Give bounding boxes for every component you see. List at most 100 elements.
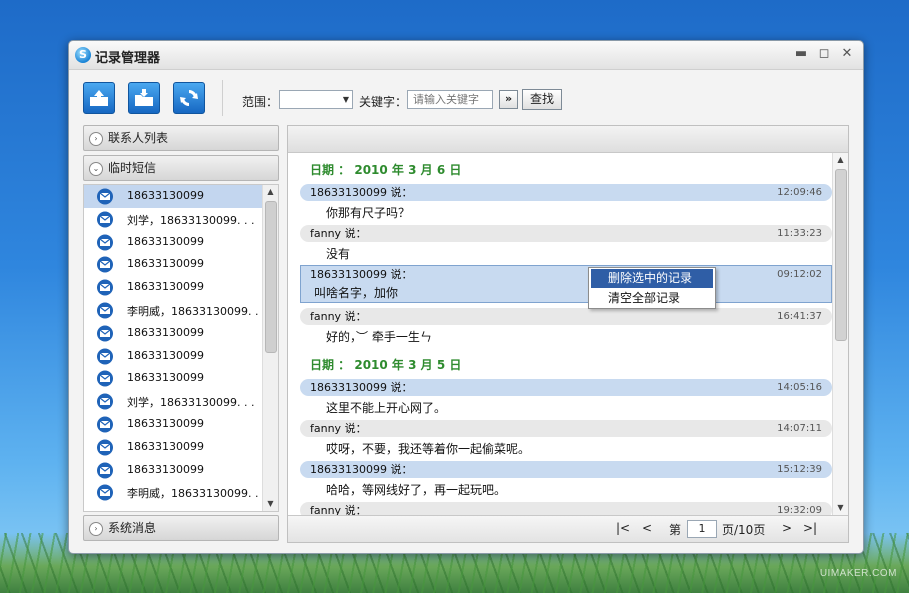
maximize-button[interactable]: ◻ <box>816 46 832 62</box>
message-header[interactable]: fanny 说： 16:41:37 <box>300 308 832 325</box>
keyword-input[interactable] <box>407 90 493 109</box>
contact-row[interactable]: 18633130099 <box>84 367 278 390</box>
contact-row[interactable]: 18633130099 <box>84 345 278 368</box>
speaker-name: 18633130099 说： <box>310 381 413 394</box>
contact-row[interactable]: 18633130099 <box>84 322 278 345</box>
message-text: 这里不能上开心网了。 <box>326 401 447 415</box>
contacts-list-label: 联系人列表 <box>108 131 169 145</box>
refresh-icon <box>180 90 198 106</box>
message-header[interactable]: 18633130099 说： 09:12:02 <box>300 266 832 283</box>
message-scrollbar[interactable]: ▲ ▼ <box>832 153 848 515</box>
contact-row[interactable]: 18633130099 <box>84 231 278 254</box>
toolbar-separator <box>222 80 223 116</box>
message-text: 好的，︶ 牵手一生ㄣ <box>326 330 432 344</box>
speaker-name: fanny 说： <box>310 422 367 435</box>
prev-page-button[interactable]: < <box>642 521 652 535</box>
contact-name: 刘学，18633130099. . . <box>127 396 255 410</box>
message-list: 日期 ： 2010 年 3 月 6 日 18633130099 说： 12:09:4… <box>288 153 832 515</box>
contact-name: 刘学，18633130099. . . <box>127 213 255 227</box>
message-time: 16:41:37 <box>777 311 822 322</box>
system-messages-header[interactable]: › 系统消息 <box>83 515 279 541</box>
sms-envelope-icon <box>97 302 113 319</box>
message-time: 12:09:46 <box>777 187 822 198</box>
message-panel: 日期 ： 2010 年 3 月 6 日 18633130099 说： 12:09:4… <box>287 125 849 543</box>
sms-envelope-icon <box>97 256 113 273</box>
contact-row[interactable]: 18633130099 <box>84 276 278 299</box>
scroll-thumb[interactable] <box>265 201 277 353</box>
contact-row[interactable]: 18633130099 <box>84 459 278 482</box>
speaker-name: 18633130099 说： <box>310 463 413 476</box>
sms-envelope-icon <box>97 393 113 410</box>
message-header[interactable]: 18633130099 说： 14:05:16 <box>300 379 832 396</box>
scroll-thumb[interactable] <box>835 169 847 341</box>
speaker-name: 18633130099 说： <box>310 268 413 281</box>
refresh-button[interactable] <box>173 82 205 114</box>
scroll-down-icon[interactable]: ▼ <box>833 501 848 515</box>
page-label: 第 <box>669 523 682 537</box>
message-text: 叫啥名字，加你 <box>314 286 399 300</box>
chevron-right-icon: › <box>89 522 103 536</box>
sms-envelope-icon <box>97 462 113 479</box>
contact-row[interactable]: 刘学，18633130099. . . <box>84 208 278 231</box>
contact-name: 18633130099 <box>127 189 204 202</box>
watermark: UIMAKER.COM <box>819 568 897 579</box>
page-total: 页/10页 <box>722 523 766 537</box>
sms-envelope-icon <box>97 234 113 251</box>
message-time: 11:33:23 <box>777 228 822 239</box>
range-select[interactable]: ▼ <box>279 90 353 109</box>
close-button[interactable]: ✕ <box>839 46 855 62</box>
export-button[interactable] <box>83 82 115 114</box>
contact-row[interactable]: 18633130099 <box>84 253 278 276</box>
pager: |< < 第 1 页/10页 > >| <box>288 515 848 542</box>
last-page-button[interactable]: >| <box>803 521 817 535</box>
scroll-down-icon[interactable]: ▼ <box>263 497 278 511</box>
temp-sms-header[interactable]: ⌄ 临时短信 <box>83 155 279 181</box>
context-menu: 删除选中的记录 清空全部记录 <box>588 267 716 309</box>
contact-row[interactable]: 李明威，18633130099. . . <box>84 481 278 504</box>
contact-row[interactable]: 刘学，18633130099. . . <box>84 390 278 413</box>
speaker-name: fanny 说： <box>310 504 367 515</box>
sms-envelope-icon <box>97 348 113 365</box>
clear-all-menu-item[interactable]: 清空全部记录 <box>591 289 713 308</box>
advance-button[interactable]: » <box>499 90 518 109</box>
next-page-button[interactable]: > <box>782 521 792 535</box>
search-button[interactable]: 查找 <box>522 89 562 110</box>
contact-list-scrollbar[interactable]: ▲ ▼ <box>262 185 278 511</box>
minimize-button[interactable]: ▬ <box>793 46 809 62</box>
left-panel: › 联系人列表 ⌄ 临时短信 18633130099 刘学，18633130099… <box>83 125 281 543</box>
contact-row[interactable]: 18633130099 <box>84 436 278 459</box>
contact-row[interactable]: 18633130099 <box>84 413 278 436</box>
message-header[interactable]: fanny 说： 14:07:11 <box>300 420 832 437</box>
window-title: 记录管理器 <box>95 51 161 66</box>
message-time: 19:32:09 <box>777 505 822 515</box>
contact-name: 18633130099 <box>127 439 204 453</box>
message-panel-header <box>288 126 848 153</box>
import-button[interactable] <box>128 82 160 114</box>
message-header[interactable]: 18633130099 说： 15:12:39 <box>300 461 832 478</box>
scroll-up-icon[interactable]: ▲ <box>263 185 278 199</box>
message-header[interactable]: 18633130099 说： 12:09:46 <box>300 184 832 201</box>
chevron-down-icon: ▼ <box>342 95 349 104</box>
contact-name: 18633130099 <box>127 416 204 430</box>
message-header[interactable]: fanny 说： 19:32:09 <box>300 502 832 515</box>
contacts-list-header[interactable]: › 联系人列表 <box>83 125 279 151</box>
scroll-up-icon[interactable]: ▲ <box>833 153 848 167</box>
contact-name: 李明威，18633130099. . . <box>127 304 266 318</box>
first-page-button[interactable]: |< <box>616 521 630 535</box>
message-time: 14:05:16 <box>777 382 822 393</box>
contact-name: 18633130099 <box>127 280 204 294</box>
sms-envelope-icon <box>97 188 113 205</box>
contact-row[interactable]: 李明威，18633130099. . . <box>84 299 278 322</box>
message-header[interactable]: fanny 说： 11:33:23 <box>300 225 832 242</box>
delete-selected-menu-item[interactable]: 删除选中的记录 <box>591 269 713 288</box>
folder-export-icon <box>90 90 108 106</box>
keyword-label: 关键字： <box>359 95 408 109</box>
contact-name: 18633130099 <box>127 371 204 385</box>
sms-envelope-icon <box>97 484 113 501</box>
contact-name: 18633130099 <box>127 462 204 476</box>
contact-row[interactable]: 18633130099 <box>84 185 278 208</box>
message-text: 哈哈，等网线好了，再一起玩吧。 <box>326 483 507 497</box>
system-messages-label: 系统消息 <box>108 521 157 535</box>
titlebar[interactable]: S 记录管理器 ▬ ◻ ✕ <box>69 41 863 70</box>
page-number-input[interactable]: 1 <box>687 520 717 538</box>
